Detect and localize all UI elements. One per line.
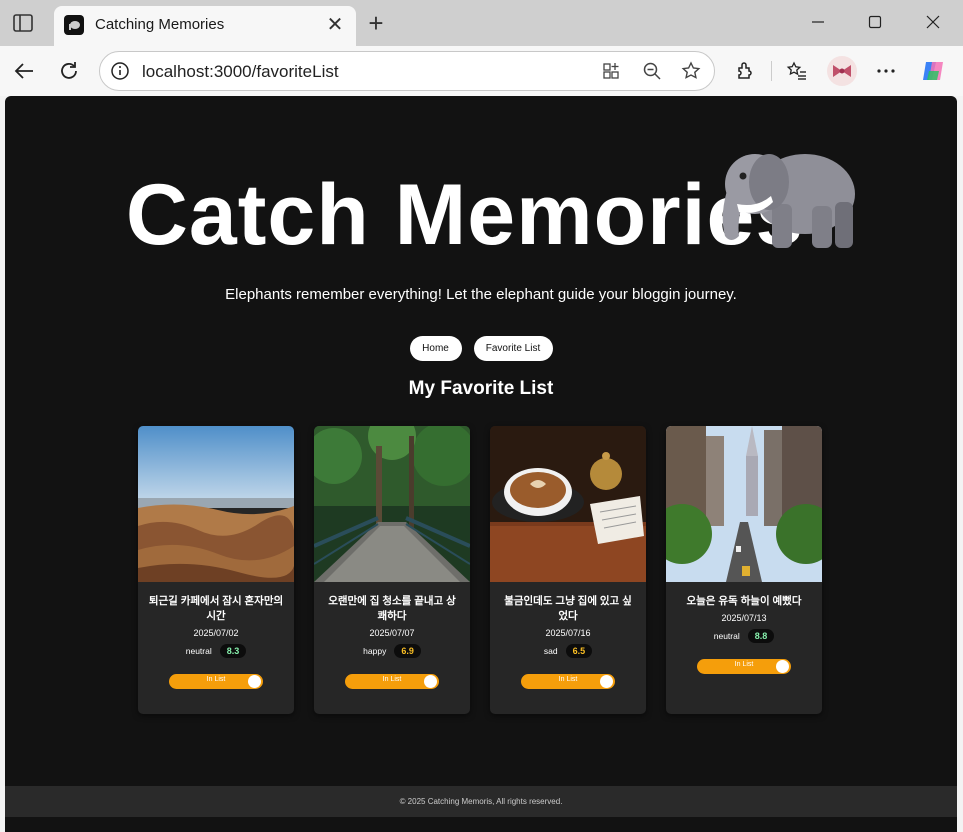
score-badge: 8.8 bbox=[747, 629, 775, 643]
hero-subtitle: Elephants remember everything! Let the e… bbox=[225, 286, 737, 303]
card-image-forest-bridge bbox=[314, 426, 470, 582]
mood-label: neutral bbox=[185, 646, 212, 656]
home-button[interactable]: Home bbox=[409, 336, 462, 361]
extensions-icon[interactable] bbox=[731, 57, 759, 85]
maximize-icon[interactable] bbox=[855, 8, 895, 36]
card-title: 오랜만에 집 청소를 끝내고 상쾌하다 bbox=[328, 595, 456, 622]
address-bar[interactable]: localhost:3000/favoriteList bbox=[99, 51, 715, 91]
card-meta: sad 6.5 bbox=[490, 644, 646, 658]
footer: © 2025 Catching Memoris, All rights rese… bbox=[5, 786, 957, 817]
favorite-star-icon[interactable] bbox=[681, 61, 701, 86]
favorite-card[interactable]: 오늘은 유독 하늘이 예뻤다 2025/07/13 neutral 8.8 In… bbox=[666, 426, 822, 714]
toggle-wrap: In List bbox=[138, 674, 294, 689]
card-date: 2025/07/13 bbox=[721, 613, 767, 623]
page-viewport: Catch Memories Elephants remember everyt… bbox=[5, 96, 957, 832]
toggle-knob bbox=[600, 675, 613, 688]
card-image-coffee bbox=[490, 426, 646, 582]
card-title: 퇴근길 카페에서 잠시 혼자만의 시간 bbox=[148, 595, 284, 622]
mood-label: sad bbox=[543, 646, 558, 656]
score-badge: 6.9 bbox=[394, 644, 421, 658]
score-badge: 8.3 bbox=[219, 644, 247, 658]
favorite-card[interactable]: 오랜만에 집 청소를 끝내고 상쾌하다 2025/07/07 happy 6.9… bbox=[314, 426, 470, 714]
toggle-knob bbox=[424, 675, 437, 688]
main-nav: Home Favorite List bbox=[5, 336, 957, 361]
card-meta: happy 6.9 bbox=[314, 644, 470, 658]
mood-label: happy bbox=[363, 646, 387, 656]
card-meta: neutral 8.8 bbox=[666, 629, 822, 643]
favorite-list-button[interactable]: Favorite List bbox=[473, 336, 553, 361]
mood-label: neutral bbox=[713, 631, 740, 641]
more-menu-icon[interactable] bbox=[872, 57, 900, 85]
favorites-list-icon[interactable] bbox=[783, 57, 811, 85]
browser-tab-bar: Catching Memories ✕ + bbox=[0, 0, 963, 46]
zoom-out-icon[interactable] bbox=[642, 61, 662, 86]
in-list-toggle[interactable]: In List bbox=[697, 659, 791, 674]
elephant-favicon-icon bbox=[64, 15, 84, 35]
site-info-icon[interactable] bbox=[110, 61, 130, 86]
browser-tab[interactable]: Catching Memories ✕ bbox=[54, 6, 356, 46]
toggle-knob bbox=[248, 675, 261, 688]
favorite-card[interactable]: 퇴근길 카페에서 잠시 혼자만의 시간 2025/07/02 neutral 8… bbox=[138, 426, 294, 714]
minimize-icon[interactable] bbox=[798, 8, 838, 36]
back-arrow-icon[interactable] bbox=[10, 57, 38, 85]
copilot-icon[interactable] bbox=[919, 57, 947, 85]
in-list-toggle[interactable]: In List bbox=[169, 674, 263, 689]
card-date: 2025/07/16 bbox=[545, 628, 591, 638]
in-list-toggle[interactable]: In List bbox=[345, 674, 439, 689]
hero-title-text: Catch Memories bbox=[125, 167, 805, 263]
toggle-knob bbox=[776, 660, 789, 673]
url-text: localhost:3000/favoriteList bbox=[142, 62, 339, 81]
reload-icon[interactable] bbox=[55, 57, 83, 85]
in-list-toggle[interactable]: In List bbox=[521, 674, 615, 689]
card-meta: neutral 8.3 bbox=[138, 644, 294, 658]
close-window-icon[interactable] bbox=[913, 8, 953, 36]
favorite-card[interactable]: 불금인데도 그냥 집에 있고 싶었다 2025/07/16 sad 6.5 In… bbox=[490, 426, 646, 714]
profile-avatar[interactable] bbox=[827, 56, 857, 86]
browser-toolbar: localhost:3000/favoriteList bbox=[0, 46, 963, 96]
toolbar-divider bbox=[771, 61, 772, 81]
section-title: My Favorite List bbox=[408, 378, 554, 399]
toggle-wrap: In List bbox=[314, 674, 470, 689]
card-date: 2025/07/02 bbox=[193, 628, 239, 638]
card-date: 2025/07/07 bbox=[369, 628, 415, 638]
card-image-desert bbox=[138, 426, 294, 582]
tab-title: Catching Memories bbox=[95, 16, 225, 33]
close-tab-icon[interactable]: ✕ bbox=[322, 12, 348, 38]
toggle-wrap: In List bbox=[666, 659, 822, 674]
card-title: 불금인데도 그냥 집에 있고 싶었다 bbox=[504, 595, 632, 622]
card-title: 오늘은 유독 하늘이 예뻤다 bbox=[686, 595, 802, 607]
app-available-icon[interactable] bbox=[602, 61, 622, 86]
score-badge: 6.5 bbox=[565, 644, 593, 658]
elephant-icon bbox=[717, 144, 857, 252]
toggle-wrap: In List bbox=[490, 674, 646, 689]
favorite-cards: 퇴근길 카페에서 잠시 혼자만의 시간 2025/07/02 neutral 8… bbox=[138, 426, 822, 714]
new-tab-icon[interactable]: + bbox=[362, 10, 390, 38]
tab-actions-icon[interactable] bbox=[12, 12, 34, 34]
card-image-city-street bbox=[666, 426, 822, 582]
